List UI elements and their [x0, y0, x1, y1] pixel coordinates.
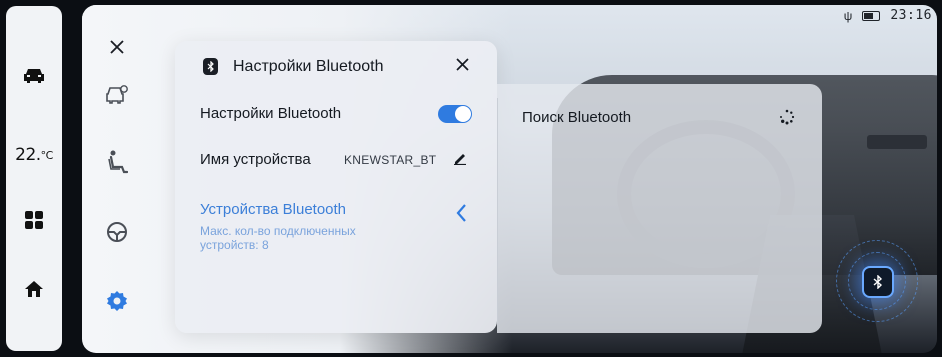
- car-icon[interactable]: [6, 62, 62, 88]
- climate-temperature[interactable]: 22. °C: [6, 142, 62, 168]
- close-icon[interactable]: [102, 32, 132, 62]
- loading-spinner-icon: [779, 109, 795, 130]
- bluetooth-icon: [203, 58, 218, 75]
- battery-icon: [862, 10, 881, 21]
- seat-icon[interactable]: [102, 147, 132, 177]
- bluetooth-toggle-label: Настройки Bluetooth: [200, 105, 342, 122]
- panel-title: Настройки Bluetooth: [233, 58, 384, 75]
- chevron-left-icon[interactable]: [455, 203, 467, 228]
- clock: 23:16: [890, 8, 932, 23]
- grid-icon[interactable]: [6, 207, 62, 233]
- device-name-label: Имя устройства: [200, 151, 311, 168]
- temperature-value: 22.: [15, 145, 41, 165]
- left-dock: 22. °C: [6, 6, 62, 351]
- gear-icon[interactable]: [102, 286, 132, 316]
- temperature-unit: °C: [40, 148, 54, 162]
- bluetooth-toggle[interactable]: [438, 105, 472, 123]
- panel-divider: [497, 98, 498, 323]
- devices-max-note: Макс. кол-во подключенных устройств: 8: [200, 224, 356, 252]
- floating-bluetooth-icon[interactable]: [862, 266, 894, 298]
- bluetooth-settings-panel: [175, 41, 497, 333]
- usb-icon: ψ: [843, 8, 853, 23]
- bluetooth-search-label: Поиск Bluetooth: [522, 109, 632, 126]
- air-vent-image: [867, 135, 927, 149]
- home-icon[interactable]: [6, 276, 62, 302]
- status-bar: ψ 23:16: [844, 8, 932, 23]
- bluetooth-devices-link[interactable]: Устройства Bluetooth: [200, 201, 346, 218]
- panel-close-icon[interactable]: [456, 58, 469, 76]
- car-settings-icon[interactable]: [102, 79, 132, 109]
- device-name-value: KNEWSTAR_BT: [344, 153, 437, 167]
- edit-pencil-icon[interactable]: [453, 151, 467, 170]
- steering-wheel-icon[interactable]: [102, 217, 132, 247]
